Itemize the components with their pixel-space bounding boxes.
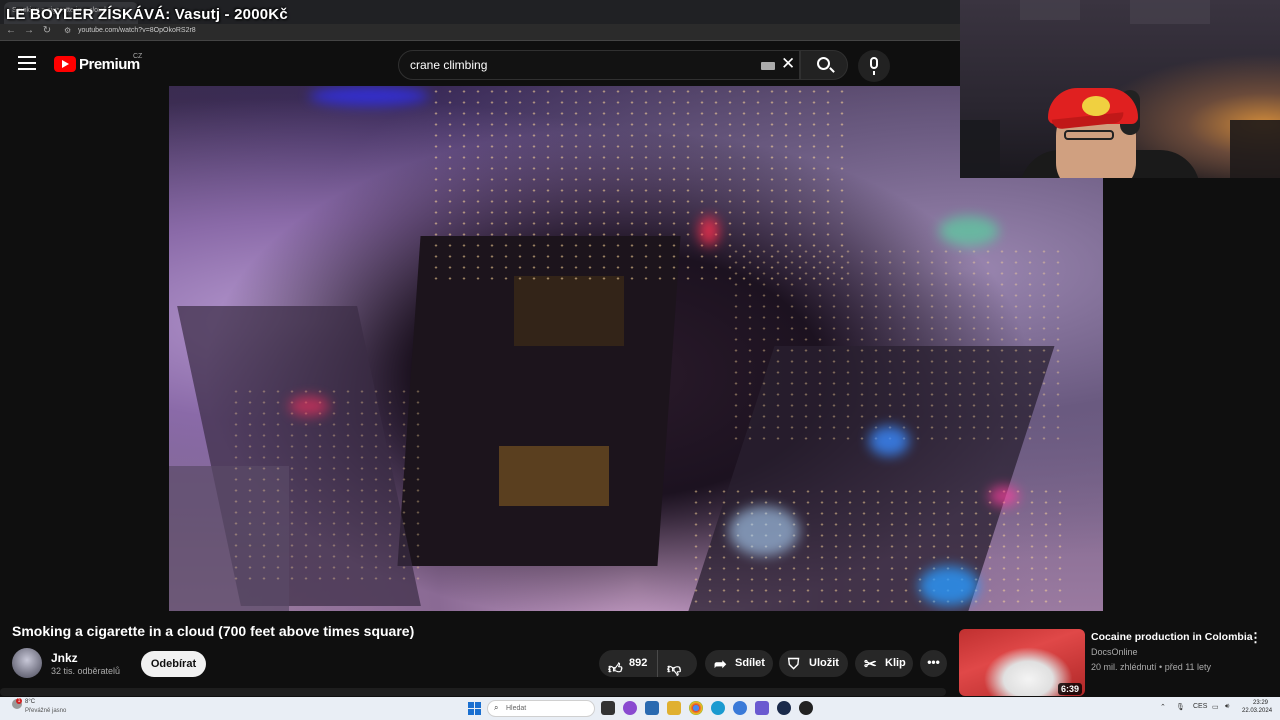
clip-label: Klip	[885, 657, 906, 669]
chrome-icon[interactable]	[689, 701, 703, 715]
file-explorer-icon[interactable]	[667, 701, 681, 715]
recommended-video-title[interactable]: Cocaine production in Colombia	[1091, 631, 1253, 643]
like-dislike-group: 👍︎ 892 👎︎	[599, 650, 697, 677]
more-actions-button[interactable]: •••	[920, 650, 947, 677]
share-label: Sdílet	[735, 657, 765, 669]
discord-icon[interactable]	[755, 701, 769, 715]
subscribe-button[interactable]: Odebírat	[141, 651, 206, 677]
clip-button[interactable]: ✂ Klip	[855, 650, 913, 677]
keyboard-icon[interactable]	[761, 62, 775, 70]
taskbar-search-input[interactable]: ⌕ Hledat	[487, 700, 595, 717]
search-icon: ⌕	[494, 703, 499, 712]
like-count: 892	[629, 657, 648, 669]
voice-search-button[interactable]	[858, 50, 890, 82]
tray-overflow-icon[interactable]: ⌃	[1160, 703, 1166, 711]
subscriber-count: 32 tis. odběratelů	[51, 666, 121, 676]
reload-icon[interactable]: ↻	[40, 25, 54, 36]
hamburger-menu-icon[interactable]	[18, 56, 36, 70]
weather-description[interactable]: Převážně jasno	[25, 708, 66, 714]
forward-icon[interactable]: →	[22, 25, 36, 36]
network-icon[interactable]: ▭	[1212, 703, 1219, 711]
edge-icon[interactable]	[711, 701, 725, 715]
channel-name[interactable]: Jnkz	[51, 651, 78, 665]
youtube-premium-logo[interactable]: Premium	[54, 55, 140, 73]
tray-mic-icon[interactable]: 🎙︎	[1176, 703, 1185, 711]
volume-icon[interactable]: 🔊︎	[1225, 703, 1229, 711]
steam-icon[interactable]	[777, 701, 791, 715]
stream-overlay-title: LE BOYLER ZÍSKÁVÁ: Vasutj - 2000Kč	[6, 6, 288, 23]
description-panel[interactable]	[0, 688, 946, 696]
like-button[interactable]: 👍︎ 892	[599, 650, 658, 677]
microphone-icon	[870, 57, 878, 69]
windows-start-icon[interactable]	[468, 702, 481, 715]
cap-logo	[1082, 96, 1110, 116]
weather-temperature[interactable]: 8°C	[25, 699, 35, 705]
search-query: crane climbing	[410, 58, 488, 72]
clear-search-icon[interactable]: ✕	[781, 54, 795, 74]
windows-taskbar: 1 8°C Převážně jasno ⌕ Hledat ⌃ 🎙︎ CES ▭…	[0, 697, 1280, 720]
video-duration-badge: 6:39	[1058, 683, 1083, 695]
input-language[interactable]: CES	[1193, 703, 1207, 710]
thumbs-up-icon: 👍︎	[608, 660, 623, 676]
search-input[interactable]: crane climbing ✕	[398, 50, 800, 80]
recommended-video-menu-icon[interactable]: ⋮	[1249, 630, 1262, 646]
notification-badge: 1	[16, 698, 22, 704]
video-title: Smoking a cigarette in a cloud (700 feet…	[12, 623, 415, 639]
recommended-video-channel[interactable]: DocsOnline	[1091, 647, 1138, 657]
share-button[interactable]: ➦ Sdílet	[705, 650, 773, 677]
screen: Smoking a cigarette in a cloud LE BOYLER…	[0, 0, 1280, 720]
recommended-video-meta: 20 mil. zhlédnutí • před 11 lety	[1091, 662, 1212, 672]
country-code: CZ	[133, 53, 143, 60]
site-info-icon[interactable]: ⚙	[64, 26, 71, 35]
bookmark-icon: ⛉	[788, 656, 800, 673]
store-icon[interactable]	[645, 701, 659, 715]
address-bar: ← → ↻ ⚙ youtube.com/watch?v=8OpOkoRS2r8	[0, 24, 960, 41]
dislike-button[interactable]: 👎︎	[667, 655, 681, 682]
copilot-icon[interactable]	[623, 701, 637, 715]
clock-time[interactable]: 23:29	[1253, 700, 1268, 706]
scissors-icon: ✂	[864, 656, 877, 673]
search-button[interactable]	[800, 50, 848, 80]
webcam-overlay	[960, 0, 1280, 178]
glasses	[1064, 130, 1114, 140]
back-icon[interactable]: ←	[4, 25, 18, 36]
browser-app-icon[interactable]	[733, 701, 747, 715]
logo-text: Premium	[79, 55, 140, 73]
task-view-icon[interactable]	[601, 701, 615, 715]
channel-avatar[interactable]	[12, 648, 42, 678]
clock-date[interactable]: 22.03.2024	[1242, 708, 1272, 714]
obs-icon[interactable]	[799, 701, 813, 715]
save-label: Uložit	[809, 657, 839, 669]
url-field[interactable]: youtube.com/watch?v=8OpOkoRS2r8	[78, 27, 196, 34]
youtube-play-icon	[54, 56, 76, 72]
save-button[interactable]: ⛉ Uložit	[779, 650, 848, 677]
taskbar-search-placeholder: Hledat	[506, 705, 527, 712]
youtube-header: Premium CZ crane climbing ✕	[0, 42, 960, 86]
share-icon: ➦	[714, 656, 727, 673]
